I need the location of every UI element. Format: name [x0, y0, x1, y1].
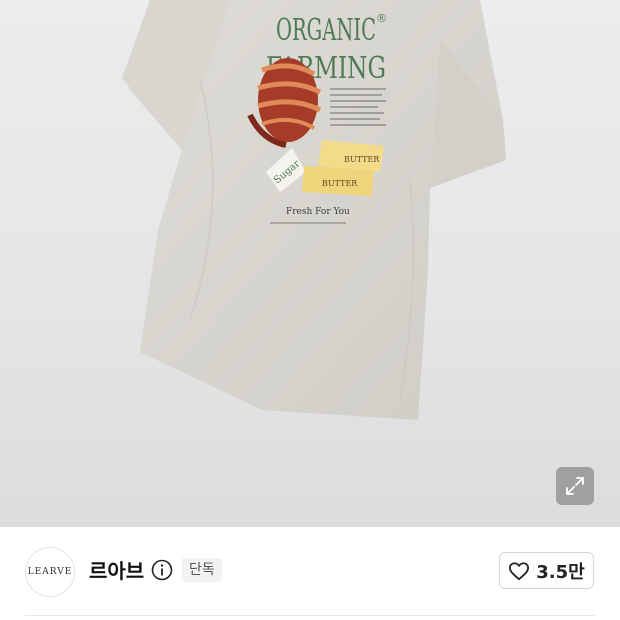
like-button[interactable]: 3.5만: [499, 552, 594, 589]
svg-text:BUTTER: BUTTER: [344, 155, 380, 164]
expand-image-button[interactable]: [556, 467, 594, 505]
brand-name[interactable]: 르아브: [89, 557, 144, 585]
divider: [25, 615, 595, 616]
print-tagline: Fresh For You: [286, 207, 350, 217]
info-icon[interactable]: [151, 559, 173, 581]
expand-arrows-icon: [566, 477, 584, 495]
like-count: 3.5만: [536, 561, 585, 583]
exclusive-badge: 단독: [182, 558, 222, 582]
product-tshirt-image: ORGANIC ® FARMING Sugar BUTTER BUTTER Fr…: [122, 0, 506, 420]
print-title-line1: ORGANIC: [276, 13, 376, 48]
print-registered-mark: ®: [376, 12, 387, 25]
brand-info-bar: LEARVE 르아브 단독 3.5만: [0, 527, 620, 620]
heart-outline-icon: [509, 561, 530, 580]
brand-logo[interactable]: LEARVE: [25, 547, 75, 597]
butter-card-2: BUTTER: [302, 166, 374, 196]
brand-logo-text: LEARVE: [27, 567, 73, 577]
svg-text:BUTTER: BUTTER: [322, 179, 358, 188]
product-image-area[interactable]: ORGANIC ® FARMING Sugar BUTTER BUTTER Fr…: [0, 0, 620, 527]
